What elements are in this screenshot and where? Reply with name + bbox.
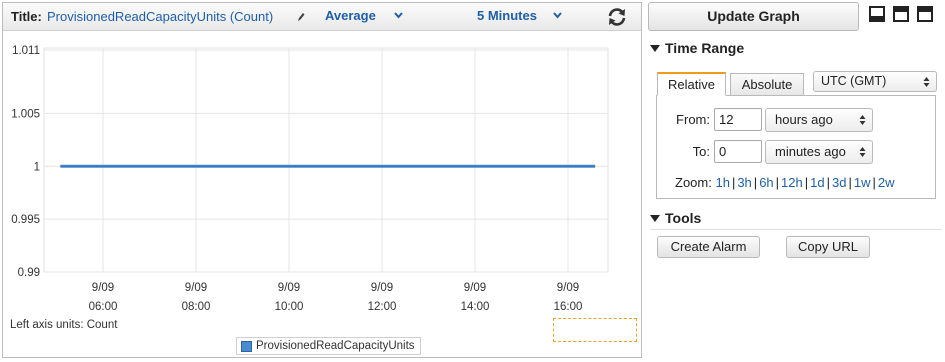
timezone-select[interactable]: UTC (GMT) [813,71,937,92]
tab-absolute[interactable]: Absolute [730,73,804,97]
from-unit-select[interactable]: hours ago [765,108,873,132]
x-tick-date: 9/09 [278,282,300,294]
edit-pencil-icon[interactable] [296,11,306,23]
update-graph-button[interactable]: Update Graph [648,2,859,31]
y-tick-label: 0.995 [11,214,40,226]
left-axis-units-value: Count [86,319,118,331]
zoom-link-1w[interactable]: 1w [854,175,871,190]
left-axis-units: Left axis units: Count [10,319,117,331]
y-tick-label: 1.011 [12,45,40,57]
copy-url-button[interactable]: Copy URL [786,236,870,258]
title-label: Title: [11,9,42,24]
y-tick-label: 1 [34,161,40,173]
zoom-separator: | [826,175,830,190]
legend-label: ProvisionedReadCapacityUnits [256,340,415,352]
zoom-label: Zoom: [675,175,712,190]
zoom-link-3d[interactable]: 3d [832,175,846,190]
zoom-separator: | [731,175,736,190]
collapse-triangle-icon[interactable] [650,45,660,52]
x-tick-time: 10:00 [275,301,304,313]
zoom-links: 1h | 3h | 6h | 12h | 1d | 3d | 1w | 2w [715,175,894,190]
zoom-link-3h[interactable]: 3h [737,175,751,190]
graph-panel: Title: ProvisionedReadCapacityUnits (Cou… [2,2,642,358]
from-value-input[interactable] [714,108,762,131]
x-tick-date: 9/09 [464,282,486,294]
from-unit-value: hours ago [775,112,833,127]
x-tick-time: 08:00 [182,301,211,313]
tools-heading[interactable]: Tools [650,210,701,226]
zoom-row: Zoom: 1h | 3h | 6h | 12h | 1d | 3d | 1w | 2w [675,175,895,190]
legend[interactable]: ProvisionedReadCapacityUnits [236,337,421,355]
layout-medium-icon[interactable] [893,6,909,22]
select-arrows-icon [859,115,866,125]
statistic-select[interactable]: Average [325,8,376,23]
time-range-heading[interactable]: Time Range [650,40,744,56]
x-tick-time: 06:00 [89,301,118,313]
left-axis-units-label: Left axis units: [10,319,84,331]
divider [650,229,942,230]
select-arrows-icon [859,147,866,157]
tab-relative[interactable]: Relative [657,72,726,96]
chevron-down-icon[interactable] [394,12,403,19]
period-select[interactable]: 5 Minutes [477,8,537,23]
from-label: From: [676,112,710,127]
zoom-separator: | [848,175,852,190]
x-tick-date: 9/09 [92,282,114,294]
x-tick-time: 12:00 [368,301,397,313]
zoom-link-12h[interactable]: 12h [781,175,803,190]
x-tick-time: 14:00 [461,301,490,313]
chart: 1.011 1.005 1 0.995 0.99 9/09 06:00 9/09 08:00 9/… [11,45,609,313]
to-unit-value: minutes ago [775,144,846,159]
graph-header: Title: ProvisionedReadCapacityUnits (Cou… [3,3,641,31]
create-alarm-button[interactable]: Create Alarm [657,236,760,258]
time-range-heading-label: Time Range [665,40,745,56]
select-arrows-icon [923,77,930,87]
zoom-link-2w[interactable]: 2w [878,175,895,190]
zoom-separator: | [753,175,758,190]
refresh-icon[interactable] [606,6,628,28]
to-unit-select[interactable]: minutes ago [765,140,873,164]
x-tick-date: 9/09 [371,282,393,294]
plot-area [43,47,609,273]
graph-title-link[interactable]: ProvisionedReadCapacityUnits (Count) [47,9,273,24]
zoom-separator: | [804,175,809,190]
zoom-separator: | [872,175,876,190]
y-tick-label: 1.005 [11,108,40,120]
x-tick-date: 9/09 [557,282,579,294]
collapse-triangle-icon[interactable] [650,215,660,222]
to-value-input[interactable] [714,140,762,163]
x-tick-date: 9/09 [185,282,207,294]
tools-heading-label: Tools [665,210,702,226]
zoom-separator: | [775,175,780,190]
legend-swatch [241,340,252,352]
zoom-link-6h[interactable]: 6h [759,175,773,190]
timezone-value: UTC (GMT) [821,74,887,88]
y-tick-label: 0.99 [18,267,40,279]
layout-large-icon[interactable] [917,6,933,22]
zoom-link-1h[interactable]: 1h [715,175,729,190]
chevron-down-icon[interactable] [553,12,562,19]
zoom-link-1d[interactable]: 1d [810,175,824,190]
legend-drop-zone[interactable] [553,318,637,342]
x-tick-time: 16:00 [554,301,583,313]
layout-small-icon[interactable] [869,6,885,22]
to-label: To: [692,144,710,159]
